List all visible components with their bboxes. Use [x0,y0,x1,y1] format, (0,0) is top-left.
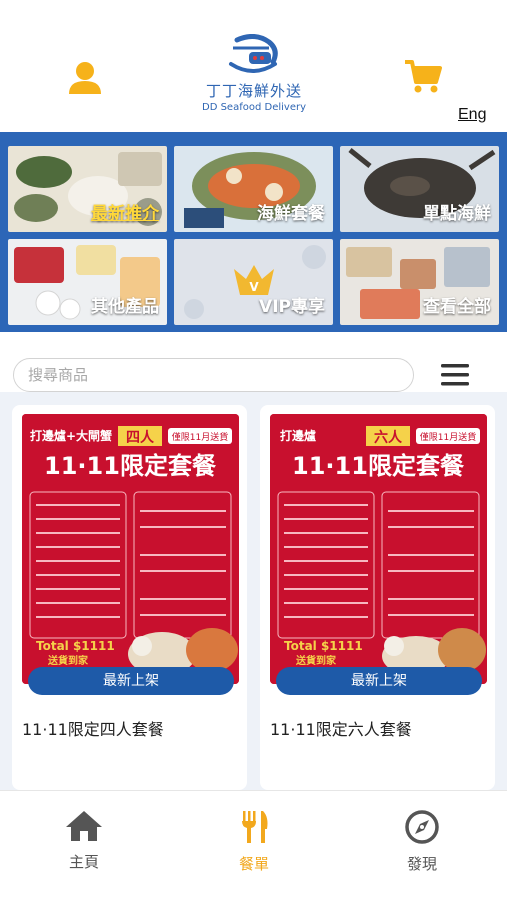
product-list: 打邊爐+大閘蟹 四人 僅限11月送貨 11·11限定套餐 Total $1111… [0,392,507,790]
product-card[interactable]: 打邊爐+大閘蟹 四人 僅限11月送貨 11·11限定套餐 Total $1111… [12,405,247,790]
nav-tab-label: 發現 [406,855,437,873]
language-toggle-link[interactable]: Eng [458,106,486,124]
poster-title: 11·11限定套餐 [44,452,217,480]
product-poster-image[interactable]: 打邊爐+大閘蟹 四人 僅限11月送貨 11·11限定套餐 Total $1111… [22,414,239,684]
search-bar-area [0,332,507,392]
nav-tab-label: 主頁 [68,853,99,871]
category-label: 海鮮套餐 [257,204,325,224]
poster-delivery: 送貨到家 [47,654,89,667]
poster-subtitle: 打邊爐 [280,428,316,443]
category-label: 查看全部 [423,297,491,317]
poster-total: Total $1111 [36,639,115,653]
nav-tab-discover[interactable]: 發現 [362,809,482,879]
nav-tab-menu[interactable]: 餐單 [194,809,314,879]
hamburger-menu-icon[interactable] [440,362,470,388]
category-tile-vip[interactable]: V VIP專享 [174,239,333,325]
nav-tab-home[interactable]: 主頁 [24,809,144,879]
category-tile-view-all[interactable]: 查看全部 [340,239,499,325]
svg-text:V: V [249,280,259,294]
brand-logo: 丁丁海鮮外送 DD Seafood Delivery [186,34,322,124]
category-tile-other-products[interactable]: 其他產品 [8,239,167,325]
product-name[interactable]: 11·11限定六人套餐 [270,716,412,740]
category-label: 其他產品 [91,297,159,317]
compass-icon [405,810,439,844]
logo-english-text: DD Seafood Delivery [202,102,306,113]
product-name[interactable]: 11·11限定四人套餐 [22,716,164,740]
logo-chinese-text: 丁丁海鮮外送 [205,82,302,100]
category-tile-seafood-set[interactable]: 海鮮套餐 [174,146,333,232]
category-tile-latest[interactable]: 最新推介 [8,146,167,232]
app-header: 丁丁海鮮外送 DD Seafood Delivery Eng [0,0,507,132]
product-card[interactable]: 打邊爐 六人 僅限11月送貨 11·11限定套餐 Total $1111 送貨到… [260,405,495,790]
poster-subtitle: 打邊爐+大閘蟹 [30,428,112,443]
bottom-navigation: 主頁 餐單 發現 [0,790,507,900]
poster-total: Total $1111 [284,639,363,653]
poster-tag: 僅限11月送貨 [172,431,228,443]
category-label: 最新推介 [91,204,159,224]
category-label: 單點海鮮 [423,204,491,224]
new-arrival-badge: 最新上架 [276,667,482,695]
poster-persons: 六人 [374,429,403,446]
poster-delivery: 送貨到家 [295,654,337,667]
poster-tag: 僅限11月送貨 [420,431,476,443]
product-poster-image[interactable]: 打邊爐 六人 僅限11月送貨 11·11限定套餐 Total $1111 送貨到… [270,414,487,684]
nav-tab-label: 餐單 [238,855,269,873]
category-tile-single-seafood[interactable]: 單點海鮮 [340,146,499,232]
home-icon [66,811,102,841]
category-label: VIP專享 [259,297,325,317]
new-arrival-badge: 最新上架 [28,667,234,695]
category-panel: 最新推介 海鮮套餐 單點海鮮 其他產品 V VIP專享 查看全部 [0,132,507,332]
cart-icon[interactable] [403,58,443,96]
poster-persons: 四人 [126,429,155,446]
shrimp-logo-icon [229,34,278,73]
search-input[interactable] [13,358,414,392]
user-icon[interactable] [66,60,104,96]
poster-title: 11·11限定套餐 [292,452,465,480]
fork-knife-icon [242,811,268,843]
